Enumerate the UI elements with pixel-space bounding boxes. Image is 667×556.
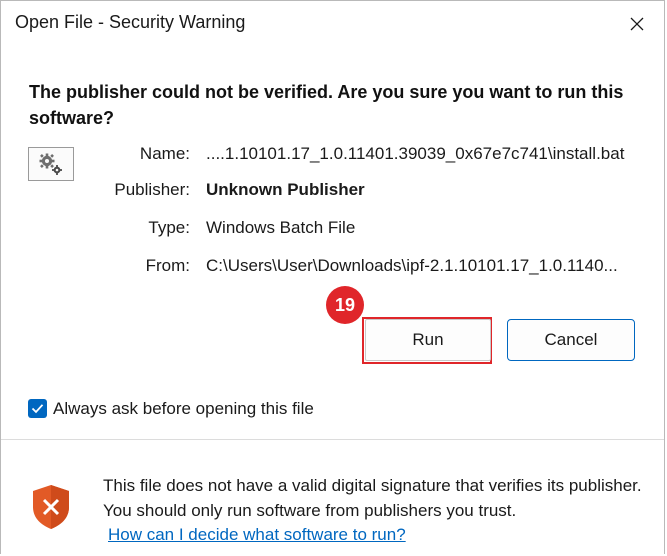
cancel-button[interactable]: Cancel: [507, 319, 635, 361]
name-value: ....1.10101.17_1.0.11401.39039_0x67e7c74…: [206, 144, 625, 163]
always-ask-label[interactable]: Always ask before opening this file: [53, 397, 314, 421]
from-value: C:\Users\User\Downloads\ipf-2.1.10101.17…: [206, 256, 618, 275]
run-button-label: Run: [412, 330, 444, 349]
publisher-label: Publisher:: [114, 180, 190, 199]
from-label: From:: [145, 256, 190, 275]
close-button[interactable]: [622, 9, 652, 39]
help-link[interactable]: How can I decide what software to run?: [108, 522, 406, 547]
shield-warning-icon: [30, 483, 72, 536]
publisher-value: Unknown Publisher: [206, 180, 365, 199]
signature-warning-text: This file does not have a valid digital …: [103, 476, 642, 520]
run-button[interactable]: Run: [365, 319, 491, 361]
type-value: Windows Batch File: [206, 218, 356, 237]
cancel-button-label: Cancel: [544, 330, 598, 349]
name-label: Name:: [139, 144, 190, 163]
checkmark-icon: [31, 404, 44, 414]
close-icon: [630, 17, 644, 31]
type-label: Type:: [148, 218, 190, 237]
warning-headline: The publisher could not be verified. Are…: [29, 82, 624, 128]
window-title: Open File - Security Warning: [15, 12, 246, 32]
title-bar: Open File - Security Warning: [1, 1, 664, 47]
always-ask-checkbox[interactable]: [28, 399, 47, 418]
step-badge: 19: [326, 286, 364, 324]
security-warning-dialog: Open File - Security Warning The publish…: [0, 0, 665, 556]
